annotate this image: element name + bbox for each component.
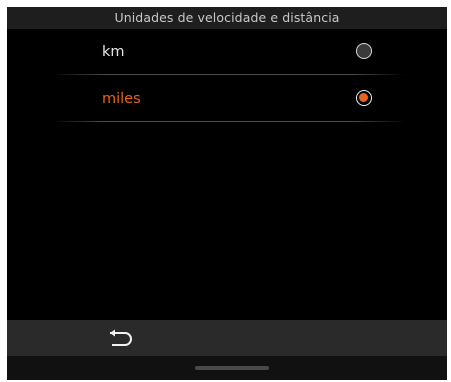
page-title: Unidades de velocidade e distância (7, 7, 447, 29)
option-label-km: km (102, 44, 125, 60)
app-screen: Unidades de velocidade e distância km mi… (7, 7, 447, 380)
option-label-miles: miles (102, 91, 141, 107)
radio-dot (359, 93, 368, 102)
radio-unselected-icon[interactable] (356, 43, 372, 59)
divider (51, 74, 406, 75)
home-indicator[interactable] (195, 366, 269, 370)
back-button[interactable] (101, 324, 141, 352)
bottom-bar (7, 320, 447, 356)
back-arrow-icon (110, 329, 132, 346)
radio-selected-icon[interactable] (356, 90, 372, 106)
home-strip (7, 356, 447, 380)
divider (51, 121, 406, 122)
option-km[interactable]: km (51, 29, 406, 75)
option-miles[interactable]: miles (51, 76, 406, 122)
